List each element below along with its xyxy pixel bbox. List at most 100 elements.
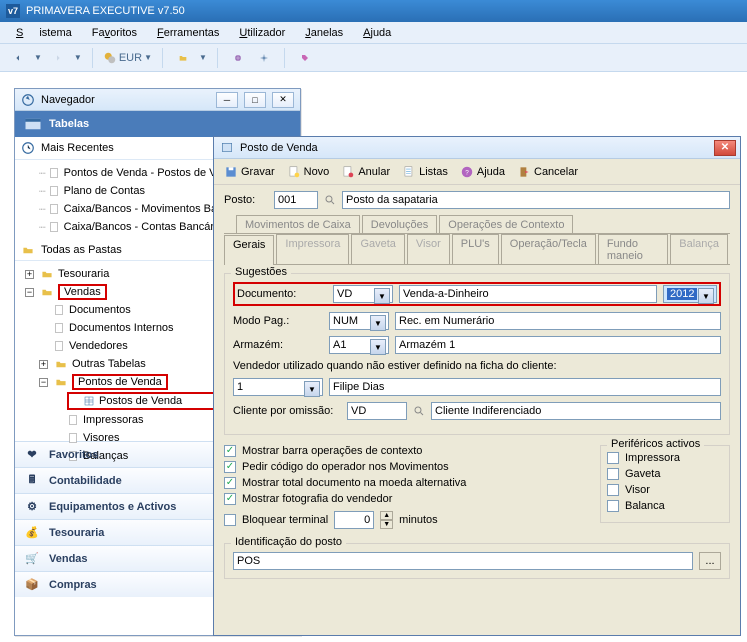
toolbar-tools-button[interactable] xyxy=(254,48,274,68)
gravar-button[interactable]: Gravar xyxy=(220,163,279,181)
expander-minus-icon[interactable]: − xyxy=(25,288,34,297)
tab-mov-caixa[interactable]: Movimentos de Caixa xyxy=(236,215,360,233)
cliente-code-input[interactable]: VD xyxy=(347,402,407,420)
expander-plus-icon[interactable]: + xyxy=(25,270,34,279)
tab-balanca[interactable]: Balança xyxy=(670,234,728,264)
vendedor-code-dropdown[interactable]: 1 xyxy=(233,378,323,396)
close-button[interactable]: ✕ xyxy=(272,92,294,108)
app-toolbar: ▼ ▼ EUR ▼ ▼ xyxy=(0,44,747,72)
documento-code-dropdown[interactable]: VD xyxy=(333,285,393,303)
anular-button[interactable]: Anular xyxy=(337,163,394,181)
expander-minus-icon[interactable]: − xyxy=(39,378,48,387)
document-icon xyxy=(53,321,65,335)
tab-fundo[interactable]: Fundo maneio xyxy=(598,234,668,264)
check-bloquear[interactable]: Bloquear terminal 0 ▲ ▼ minutos xyxy=(224,511,588,529)
tab-oper-tecla[interactable]: Operação/Tecla xyxy=(501,234,596,264)
check-foto[interactable]: ✓Mostrar fotografia do vendedor xyxy=(224,493,588,505)
cancelar-button[interactable]: Cancelar xyxy=(513,163,582,181)
documento-year-dropdown[interactable]: 2012 xyxy=(663,285,717,303)
cart-icon: 🛒 xyxy=(23,550,41,568)
compass-icon xyxy=(21,93,35,107)
identificacao-group: Identificação do posto POS ... xyxy=(224,543,730,579)
posto-toolbar: Gravar Novo Anular Listas ?Ajuda Cancela… xyxy=(214,159,740,185)
toolbar-folder-button[interactable] xyxy=(173,48,193,68)
identificacao-input[interactable]: POS xyxy=(233,552,693,570)
perif-gaveta[interactable]: Gaveta xyxy=(607,468,723,480)
app-logo-icon: v7 xyxy=(6,4,20,18)
clock-icon xyxy=(21,141,35,155)
modopag-code-dropdown[interactable]: NUM xyxy=(329,312,389,330)
app-title: PRIMAVERA EXECUTIVE v7.50 xyxy=(26,5,185,17)
currency-icon xyxy=(103,51,117,65)
vendedor-name-input[interactable]: Filipe Dias xyxy=(329,378,721,396)
tab-gaveta[interactable]: Gaveta xyxy=(351,234,404,264)
menu-favoritos[interactable]: Favoritos xyxy=(84,25,145,41)
dropdown-arrow-icon[interactable]: ▼ xyxy=(199,53,207,62)
tab-impressora[interactable]: Impressora xyxy=(276,234,349,264)
toolbar-forward-button[interactable] xyxy=(48,48,68,68)
all-folders-label: Todas as Pastas xyxy=(41,244,122,256)
navegador-heading: Tabelas xyxy=(15,111,300,137)
tab-plus[interactable]: PLU's xyxy=(452,234,499,264)
minutos-input[interactable]: 0 xyxy=(334,511,374,529)
menu-ferramentas[interactable]: Ferramentas xyxy=(149,25,227,41)
menu-utilizador[interactable]: Utilizador xyxy=(231,25,293,41)
close-button[interactable]: ✕ xyxy=(714,140,736,156)
toolbar-tag-button[interactable] xyxy=(295,48,315,68)
options-column: ✓Mostrar barra operações de contexto ✓Pe… xyxy=(224,445,588,533)
minutos-label: minutos xyxy=(399,514,438,526)
armazem-name-input[interactable]: Armazém 1 xyxy=(395,336,721,354)
tabs-top: Movimentos de Caixa Devoluções Operações… xyxy=(224,215,730,234)
search-icon[interactable] xyxy=(324,194,336,206)
arrow-left-icon xyxy=(14,51,22,65)
tab-visor[interactable]: Visor xyxy=(407,234,450,264)
menu-ajuda[interactable]: Ajuda xyxy=(355,25,399,41)
currency-selector[interactable]: EUR ▼ xyxy=(103,51,152,65)
checkbox-checked-icon: ✓ xyxy=(224,477,236,489)
document-icon xyxy=(48,184,60,198)
listas-button[interactable]: Listas xyxy=(398,163,452,181)
checkbox-unchecked-icon xyxy=(224,514,236,526)
posto-code-input[interactable]: 001 xyxy=(274,191,318,209)
minimize-button[interactable]: ─ xyxy=(216,92,238,108)
maximize-button[interactable]: □ xyxy=(244,92,266,108)
tab-devolucoes[interactable]: Devoluções xyxy=(362,215,437,233)
checkbox-unchecked-icon xyxy=(607,500,619,512)
identificacao-legend: Identificação do posto xyxy=(231,536,346,548)
armazem-code-dropdown[interactable]: A1 xyxy=(329,336,389,354)
dropdown-arrow-icon[interactable]: ▼ xyxy=(74,53,82,62)
posto-name-input[interactable]: Posto da sapataria xyxy=(342,191,730,209)
menu-janelas[interactable]: Janelas xyxy=(297,25,351,41)
spinner-up-button[interactable]: ▲ xyxy=(380,511,393,520)
modopag-name-input[interactable]: Rec. em Numerário xyxy=(395,312,721,330)
check-codigo[interactable]: ✓Pedir código do operador nos Movimentos xyxy=(224,461,588,473)
perifericos-group: Periféricos activos Impressora Gaveta Vi… xyxy=(600,445,730,523)
recents-label: Mais Recentes xyxy=(41,142,114,154)
cliente-name-input[interactable]: Cliente Indiferenciado xyxy=(431,402,721,420)
gear-icon xyxy=(260,51,268,65)
door-exit-icon xyxy=(517,165,531,179)
ajuda-button[interactable]: ?Ajuda xyxy=(456,163,509,181)
folder-open-icon xyxy=(40,287,54,298)
menu-sistema[interactable]: Sistema xyxy=(8,25,80,41)
expander-plus-icon[interactable]: + xyxy=(39,360,48,369)
check-barra[interactable]: ✓Mostrar barra operações de contexto xyxy=(224,445,588,457)
toolbar-globe-button[interactable] xyxy=(228,48,248,68)
browse-button[interactable]: ... xyxy=(699,552,721,570)
documento-name-input[interactable]: Venda-a-Dinheiro xyxy=(399,285,657,303)
perif-visor[interactable]: Visor xyxy=(607,484,723,496)
search-icon[interactable] xyxy=(413,405,425,417)
toolbar-back-button[interactable] xyxy=(8,48,28,68)
check-total[interactable]: ✓Mostrar total documento na moeda altern… xyxy=(224,477,588,489)
tab-oper-contexto[interactable]: Operações de Contexto xyxy=(439,215,573,233)
coins-icon: 💰 xyxy=(23,524,41,542)
tab-gerais[interactable]: Gerais xyxy=(224,235,274,265)
documento-row-highlight: Documento: VD Venda-a-Dinheiro 2012 xyxy=(233,282,721,306)
dropdown-arrow-icon[interactable]: ▼ xyxy=(34,53,42,62)
armazem-label: Armazém: xyxy=(233,339,323,351)
tag-icon xyxy=(301,51,309,65)
perif-impressora[interactable]: Impressora xyxy=(607,452,723,464)
spinner-down-button[interactable]: ▼ xyxy=(380,520,393,529)
perif-balanca[interactable]: Balanca xyxy=(607,500,723,512)
novo-button[interactable]: Novo xyxy=(283,163,334,181)
